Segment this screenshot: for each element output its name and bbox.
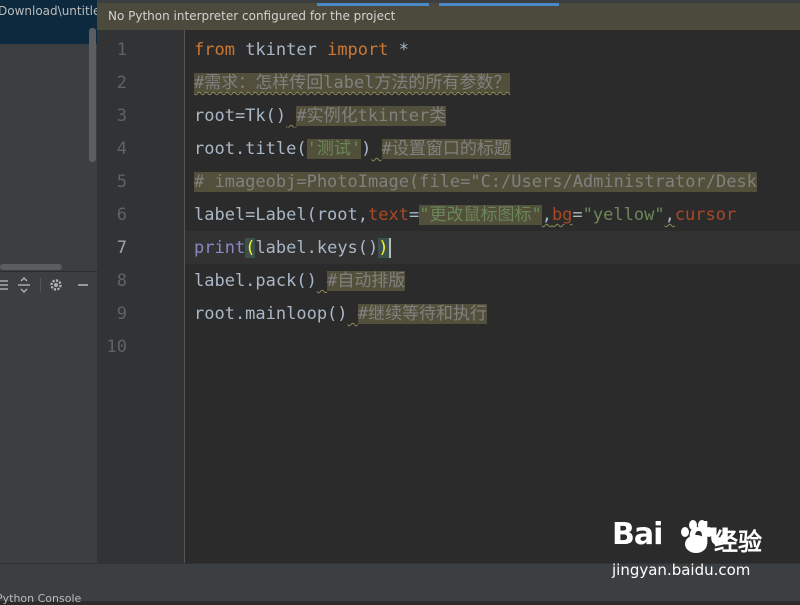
paw-icon <box>681 520 713 553</box>
comment: # imageobj=PhotoImage(file="C:/Users/Adm… <box>194 172 757 192</box>
line-number: 1 <box>116 40 127 60</box>
code-text: label.pack() <box>194 271 317 291</box>
code-text: root.mainloop() <box>194 304 348 324</box>
watermark-cn: 经验 <box>714 528 762 556</box>
expand-all-icon[interactable] <box>16 277 32 293</box>
project-tree-selected-row[interactable]: Download\untitle <box>0 0 101 44</box>
code-text: = <box>572 205 583 225</box>
project-panel: Download\untitle <box>0 0 101 563</box>
matched-brace: ( <box>245 238 256 258</box>
line-number: 2 <box>116 73 127 93</box>
string-literal: "yellow" <box>582 205 665 225</box>
matched-brace: ) <box>378 238 389 258</box>
code-line-8[interactable]: label.pack() #自动排版 <box>194 265 406 298</box>
line-number: 8 <box>116 271 127 291</box>
line-number: 3 <box>116 106 127 126</box>
named-argument: cursor <box>674 205 737 225</box>
code-line-9[interactable]: root.mainloop() #继续等待和执行 <box>194 298 488 331</box>
code-text: root=Tk() <box>194 106 287 126</box>
comment: #实例化tkinter类 <box>296 106 447 126</box>
module-name: tkinter <box>234 40 328 60</box>
named-argument: text <box>368 205 409 225</box>
named-argument: bg <box>551 205 573 225</box>
code-line-2[interactable]: #需求：怎样传回label方法的所有参数？ <box>194 67 511 100</box>
line-number: 9 <box>116 304 127 324</box>
line-number: 4 <box>116 139 127 159</box>
string-literal: '测试' <box>306 139 362 159</box>
project-panel-vertical-scrollbar[interactable] <box>89 28 96 162</box>
code-text: , <box>664 205 675 225</box>
code-text: ) <box>361 139 372 159</box>
code-line-7[interactable]: print(label.keys()) <box>194 232 391 265</box>
comment: #需求：怎样传回label方法的所有参数？ <box>194 73 511 93</box>
watermark-brand-part1: Bai <box>612 517 663 552</box>
code-text: , <box>541 205 552 225</box>
comment: #自动排版 <box>327 271 406 291</box>
code-line-1[interactable]: from tkinter import * <box>194 34 409 67</box>
project-path-label: Download\untitle <box>0 4 101 18</box>
line-number: 6 <box>116 205 127 225</box>
tool-window-toolbar <box>0 271 97 301</box>
code-line-3[interactable]: root=Tk() #实例化tkinter类 <box>194 100 447 133</box>
keyword-from: from <box>194 40 235 60</box>
minus-icon[interactable] <box>75 277 91 293</box>
editor-tab-indicator <box>439 3 559 6</box>
line-number-gutter: 1 2 3 4 5 6 7 8 9 10 <box>97 0 185 563</box>
line-number-current: 7 <box>116 238 127 258</box>
python-console-tab[interactable]: Python Console <box>0 592 81 605</box>
toolbar-separator <box>40 278 41 292</box>
collapse-all-icon[interactable] <box>0 277 12 293</box>
editor-tab-indicator <box>317 3 429 6</box>
string-literal: "更改鼠标图标" <box>419 205 542 225</box>
code-text: label.keys() <box>255 238 379 258</box>
baidu-jingyan-watermark: Baidu 经验 jingyan.baidu.com <box>612 517 762 587</box>
code-text: root.title( <box>194 139 307 159</box>
line-number: 5 <box>116 172 127 192</box>
import-star: * <box>388 40 409 60</box>
code-line-5[interactable]: # imageobj=PhotoImage(file="C:/Users/Adm… <box>194 166 757 199</box>
interpreter-warning-banner: No Python interpreter configured for the… <box>97 0 800 30</box>
line-number: 10 <box>106 337 127 357</box>
code-text: = <box>408 205 420 225</box>
code-editor[interactable]: from tkinter import * #需求：怎样传回label方法的所有… <box>185 0 800 563</box>
banner-message: No Python interpreter configured for the… <box>108 9 396 23</box>
tool-window-content <box>0 300 97 563</box>
text-caret <box>388 238 391 258</box>
builtin-function: print <box>194 238 246 258</box>
gear-icon[interactable] <box>48 277 64 293</box>
comment: #继续等待和执行 <box>357 304 488 324</box>
comment: #设置窗口的标题 <box>381 139 511 159</box>
code-line-6[interactable]: label=Label(root,text="更改鼠标图标",bg="yello… <box>194 199 736 232</box>
watermark-url: jingyan.baidu.com <box>612 561 751 579</box>
project-panel-horizontal-scrollbar[interactable] <box>0 264 62 270</box>
keyword-import: import <box>327 40 389 60</box>
code-line-4[interactable]: root.title('测试') #设置窗口的标题 <box>194 133 511 166</box>
code-text: label=Label(root, <box>194 205 368 225</box>
